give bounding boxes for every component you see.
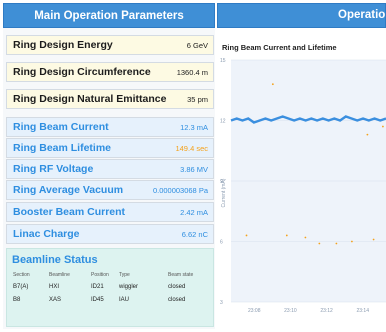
operation-header-label: Operation [338,9,386,21]
column-header: Beamline [49,272,70,278]
param-row-ring-design-natural-emittance: Ring Design Natural Emittance 35 pm [6,89,214,109]
column-header: Type [119,272,130,278]
y-axis-label: Current (mA) [221,178,227,207]
table-cell: XAS [49,297,62,303]
param-row-booster-beam-current: Booster Beam Current 2.42 mA [6,202,214,222]
table-cell: ID21 [91,284,104,290]
param-row-ring-average-vacuum: Ring Average Vacuum 0.000003068 Pa [6,180,214,200]
param-value: 1360.4 m [176,67,208,77]
table-cell: closed [168,297,186,303]
table-cell: ID45 [91,297,104,303]
x-tick-label: 23:08 [248,308,261,314]
lifetime-point [382,125,384,128]
beam-current-lifetime-chart: 1512963Current (mA)23:08 23:10 23:12 23:14 [220,58,386,314]
param-value: 0.000003068 Pa [152,185,208,195]
param-row-ring-beam-current: Ring Beam Current 12.3 mA [6,117,214,137]
param-label: Ring Design Natural Emittance [13,93,167,105]
lifetime-point [304,236,307,239]
main-parameters-header: Main Operation Parameters [3,3,215,28]
param-row-ring-rf-voltage: Ring RF Voltage 3.86 MV [6,159,214,179]
x-tick-label: 23:12 [320,308,333,314]
y-tick-label: 12 [220,119,226,125]
param-label: Linac Charge [13,228,80,240]
param-label: Ring Design Energy [13,39,113,51]
param-label: Ring Beam Lifetime [13,142,112,154]
param-row-ring-beam-lifetime: Ring Beam Lifetime 149.4 sec [6,138,214,158]
lifetime-point [335,242,338,245]
operation-header: Operation [217,3,386,28]
table-cell: closed [168,284,186,290]
x-tick-label: 23:14 [356,308,369,314]
table-cell: B8 [13,297,21,303]
param-value: 149.4 sec [175,143,208,153]
param-value: 6 GeV [186,40,208,50]
x-tick-label: 23:10 [284,308,297,314]
main-parameters-panel: Main Operation Parameters Ring Design En… [3,3,215,329]
param-value: 12.3 mA [180,122,208,132]
table-cell: wiggler [119,284,139,290]
param-label: Booster Beam Current [13,206,126,218]
beamline-status-panel: Beamline Status Section Beamline Positio… [6,248,214,327]
param-value: 35 pm [187,94,208,104]
lifetime-point [285,234,288,237]
lifetime-point [351,240,353,243]
table-cell: IAU [119,297,130,303]
column-header: Position [91,272,109,278]
table-cell: HXI [49,284,60,290]
param-row-ring-design-energy: Ring Design Energy 6 GeV [6,35,214,55]
param-label: Ring Beam Current [13,121,109,133]
lifetime-point [318,242,321,245]
param-label: Ring Average Vacuum [13,184,124,196]
param-value: 2.42 mA [180,207,208,217]
lifetime-point [271,83,274,86]
operation-panel: Operation Ring Beam Current and Lifetime… [217,3,386,329]
beamline-status-title: Beamline Status [12,254,98,266]
param-row-linac-charge: Linac Charge 6.62 nC [6,224,214,244]
param-row-ring-design-circumference: Ring Design Circumference 1360.4 m [6,62,214,82]
table-cell: B7(A) [13,284,29,290]
y-tick-label: 15 [220,58,226,64]
column-header: Beam state [168,272,194,278]
param-label: Ring RF Voltage [13,163,94,175]
lifetime-point [366,133,369,136]
param-value: 6.62 nC [181,229,208,239]
y-tick-label: 6 [220,240,223,246]
y-tick-label: 3 [220,300,223,306]
param-label: Ring Design Circumference [13,66,151,78]
lifetime-point [372,238,375,241]
column-header: Section [13,272,30,278]
chart-title: Ring Beam Current and Lifetime [222,43,337,52]
lifetime-point [245,234,248,237]
param-value: 3.86 MV [180,164,208,174]
